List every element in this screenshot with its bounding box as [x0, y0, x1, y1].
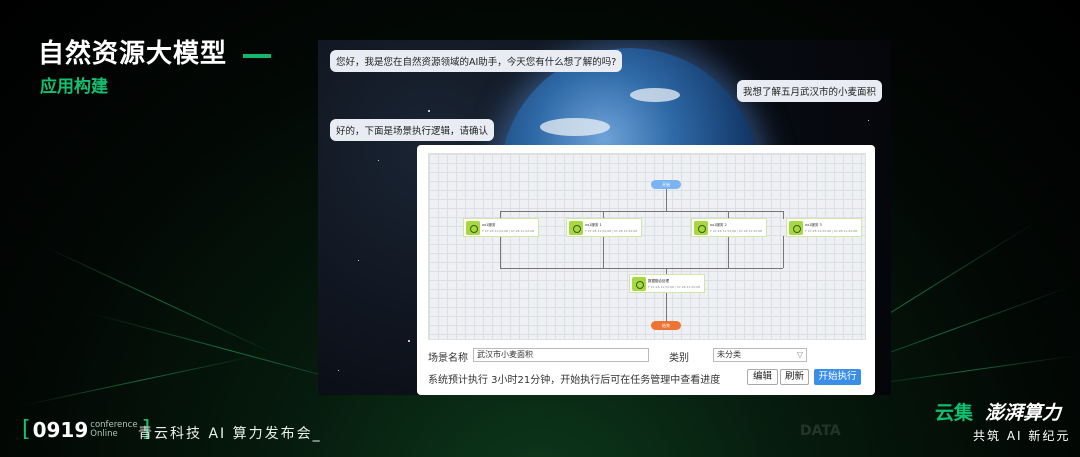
- service-icon: [466, 220, 480, 235]
- user-message-bubble: 我想了解五月武汉市的小麦面积: [737, 80, 883, 102]
- node-name: xx1服务 3: [805, 222, 822, 227]
- node-name: 数据融合处理: [648, 278, 669, 283]
- workflow-canvas[interactable]: 开始 xx1服务 T 07-28 11:52:08 | 07-28 11:52:…: [428, 153, 866, 340]
- assistant-reply-bubble: 好的，下面是场景执行逻辑，请确认: [330, 119, 495, 141]
- workflow-panel: 开始 xx1服务 T 07-28 11:52:08 | 07-28 11:52:…: [417, 145, 875, 395]
- page-title: 自然资源大模型: [38, 39, 228, 69]
- workflow-node-service[interactable]: xx1服务 T 07-28 11:52:08 | 07-28 11:52:08: [463, 218, 539, 237]
- chevron-down-icon: ▽: [796, 350, 803, 359]
- scene-name-label: 场景名称: [428, 353, 468, 364]
- workflow-start-node[interactable]: 开始: [651, 180, 681, 189]
- category-label: 类别: [669, 353, 689, 364]
- scene-name-input[interactable]: 武汉市小麦面积: [473, 348, 649, 362]
- workflow-end-node[interactable]: 结束: [651, 321, 681, 330]
- online-text: Online: [90, 428, 118, 439]
- node-time: T 07-28 11:52:08 | 07-28 11:52:08: [710, 228, 762, 233]
- brand-part2: 澎湃算力: [985, 402, 1062, 424]
- brand-part1: 云集: [935, 402, 974, 424]
- node-time: T 07-28 11:52:08 | 07-28 11:52:08: [585, 228, 637, 233]
- watermark-text: DATA: [800, 423, 841, 439]
- service-icon: [632, 276, 646, 291]
- node-name: xx1服务 1: [585, 222, 602, 227]
- node-time: T 07-28 11:52:08 | 07-28 11:52:08: [482, 228, 534, 233]
- workflow-node-data-fusion[interactable]: 数据融合处理 T 07-28 11:52:08 | 07-28 11:52:08: [629, 274, 705, 293]
- start-execution-button[interactable]: 开始执行: [814, 369, 861, 385]
- workflow-node-service-2[interactable]: xx1服务 2 T 07-28 11:52:08 | 07-28 11:52:0…: [691, 218, 767, 237]
- service-icon: [569, 220, 583, 235]
- category-select[interactable]: 未分类 ▽: [713, 348, 807, 362]
- node-name: xx1服务: [482, 222, 496, 227]
- event-code: 0919: [32, 417, 89, 442]
- event-logo: [ 0919 conference Online ]: [22, 417, 151, 442]
- brand-tagline: 共筑 AI 新纪元: [973, 429, 1071, 443]
- edit-button[interactable]: 编辑: [747, 369, 778, 385]
- estimate-text: 系统预计执行 3小时21分钟，开始执行后可在任务管理中查看进度: [428, 375, 721, 386]
- page-subtitle: 应用构建: [40, 77, 108, 97]
- title-accent-bar: [243, 54, 271, 58]
- refresh-button[interactable]: 刷新: [780, 369, 809, 385]
- node-time: T 07-28 11:52:08 | 07-28 11:52:08: [648, 284, 700, 289]
- assistant-greeting-bubble: 您好，我是您在自然资源领域的AI助手，今天您有什么想了解的吗?: [330, 50, 623, 72]
- service-icon: [789, 220, 803, 235]
- node-name: xx1服务 2: [710, 222, 727, 227]
- service-icon: [694, 220, 708, 235]
- category-value: 未分类: [717, 350, 741, 359]
- event-slogan: 青云科技 AI 算力发布会_: [138, 426, 322, 442]
- workflow-node-service-1[interactable]: xx1服务 1 T 07-28 11:52:08 | 07-28 11:52:0…: [566, 218, 642, 237]
- workflow-node-service-3[interactable]: xx1服务 3 T 07-28 11:52:08 | 07-28 11:52:0…: [786, 218, 862, 237]
- node-time: T 07-28 11:52:08 | 07-28 11:52:08: [805, 228, 857, 233]
